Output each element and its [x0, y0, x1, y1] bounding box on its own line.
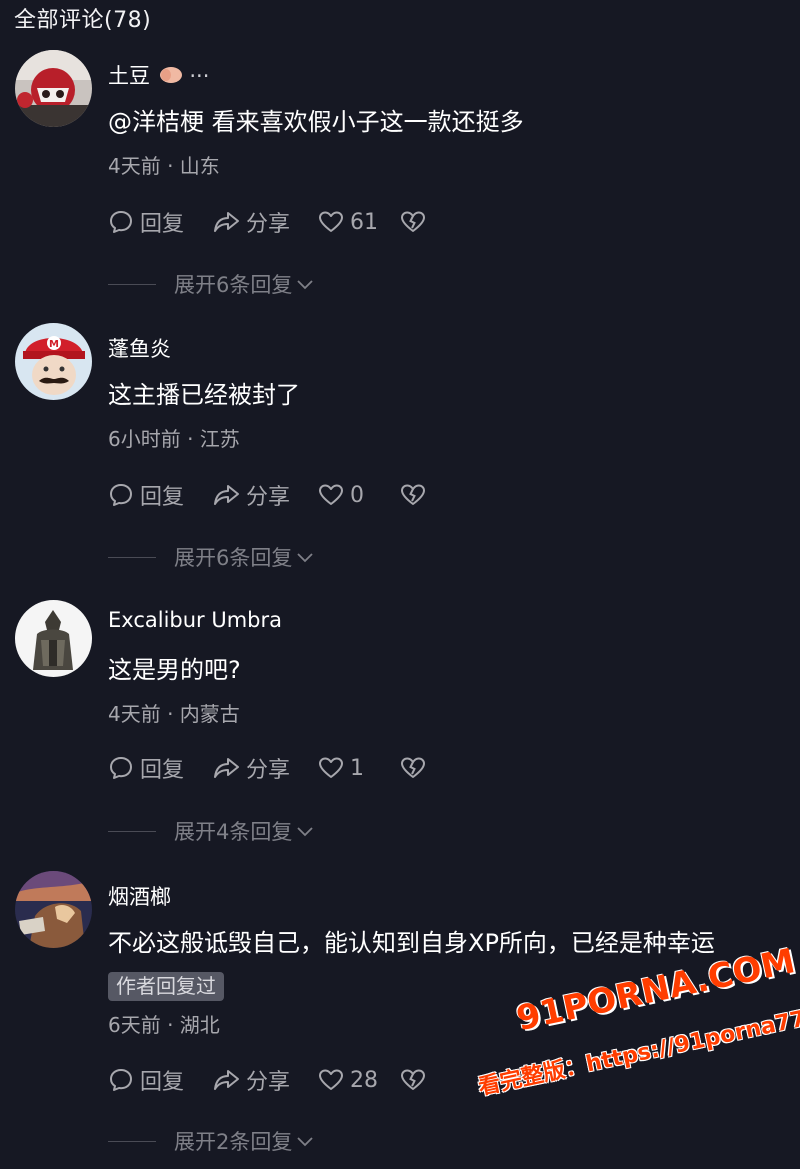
dislike-button[interactable]	[400, 1068, 426, 1092]
heart-icon	[319, 484, 343, 505]
divider	[108, 556, 156, 558]
comment-meta: 6天前 · 湖北	[108, 1013, 220, 1037]
like-button[interactable]: 0	[318, 483, 400, 508]
peach-emoji-icon	[159, 65, 183, 89]
share-button[interactable]: 分享	[212, 479, 318, 511]
share-button[interactable]: 分享	[212, 752, 318, 784]
like-button[interactable]: 28	[318, 1068, 400, 1093]
reply-button[interactable]: 回复	[108, 752, 212, 784]
comment-actions: 回复 分享 28	[108, 1065, 426, 1095]
comment-meta: 4天前 · 内蒙古	[108, 702, 240, 726]
dislike-button[interactable]	[400, 210, 426, 234]
comment-meta: 6小时前 · 江苏	[108, 427, 240, 451]
share-icon	[214, 1070, 239, 1090]
comment-text: 不必这般诋毁自己，能认知到自身XP所向，已经是种幸运	[108, 929, 715, 957]
comment-text: 这是男的吧?	[108, 656, 241, 684]
author-replied-badge: 作者回复过	[108, 972, 224, 1001]
more-indicator: ···	[189, 64, 210, 88]
comment-actions: 回复 分享 1	[108, 753, 426, 783]
avatar[interactable]	[15, 50, 92, 127]
reply-icon	[110, 484, 132, 506]
username[interactable]: 土豆 ···	[108, 60, 209, 90]
like-count: 61	[350, 209, 378, 235]
share-icon	[214, 212, 239, 232]
chevron-down-icon	[297, 827, 314, 837]
like-count: 1	[350, 755, 364, 781]
dislike-button[interactable]	[400, 756, 426, 780]
share-button[interactable]: 分享	[212, 206, 318, 238]
username[interactable]: 烟酒榔	[108, 881, 171, 911]
like-button[interactable]: 1	[318, 756, 400, 781]
comment-actions: 回复 分享 0	[108, 480, 426, 510]
expand-replies[interactable]: 展开6条回复	[108, 269, 314, 299]
reply-icon	[110, 1069, 132, 1091]
avatar[interactable]	[15, 871, 92, 948]
chevron-down-icon	[297, 280, 314, 290]
divider	[108, 1140, 156, 1142]
expand-replies[interactable]: 展开2条回复	[108, 1126, 314, 1156]
comment-meta: 4天前 · 山东	[108, 154, 220, 178]
reply-icon	[110, 211, 132, 233]
comment-actions: 回复 分享 61	[108, 207, 426, 237]
chevron-down-icon	[297, 1137, 314, 1147]
comments-header: 全部评论(78)	[14, 8, 152, 33]
broken-heart-icon	[401, 484, 425, 505]
reply-button[interactable]: 回复	[108, 479, 212, 511]
dislike-button[interactable]	[400, 483, 426, 507]
svg-text:M: M	[49, 339, 59, 350]
avatar[interactable]	[15, 600, 92, 677]
comment-text: 这主播已经被封了	[108, 381, 300, 409]
broken-heart-icon	[401, 757, 425, 778]
like-count: 28	[350, 1067, 378, 1093]
broken-heart-icon	[401, 211, 425, 232]
expand-replies[interactable]: 展开6条回复	[108, 542, 314, 572]
username[interactable]: Excalibur Umbra	[108, 608, 282, 632]
username[interactable]: 蓬鱼炎	[108, 333, 171, 363]
reply-button[interactable]: 回复	[108, 206, 212, 238]
share-button[interactable]: 分享	[212, 1064, 318, 1096]
chevron-down-icon	[297, 553, 314, 563]
heart-icon	[319, 757, 343, 778]
share-icon	[214, 758, 239, 778]
like-button[interactable]: 61	[318, 210, 400, 235]
share-icon	[214, 485, 239, 505]
heart-icon	[319, 211, 343, 232]
broken-heart-icon	[401, 1069, 425, 1090]
expand-replies[interactable]: 展开4条回复	[108, 816, 314, 846]
comment-text: @洋桔梗 看来喜欢假小子这一款还挺多	[108, 108, 524, 136]
divider	[108, 283, 156, 285]
reply-icon	[110, 757, 132, 779]
divider	[108, 830, 156, 832]
reply-button[interactable]: 回复	[108, 1064, 212, 1096]
heart-icon	[319, 1069, 343, 1090]
avatar[interactable]: M	[15, 323, 92, 400]
like-count: 0	[350, 482, 364, 508]
